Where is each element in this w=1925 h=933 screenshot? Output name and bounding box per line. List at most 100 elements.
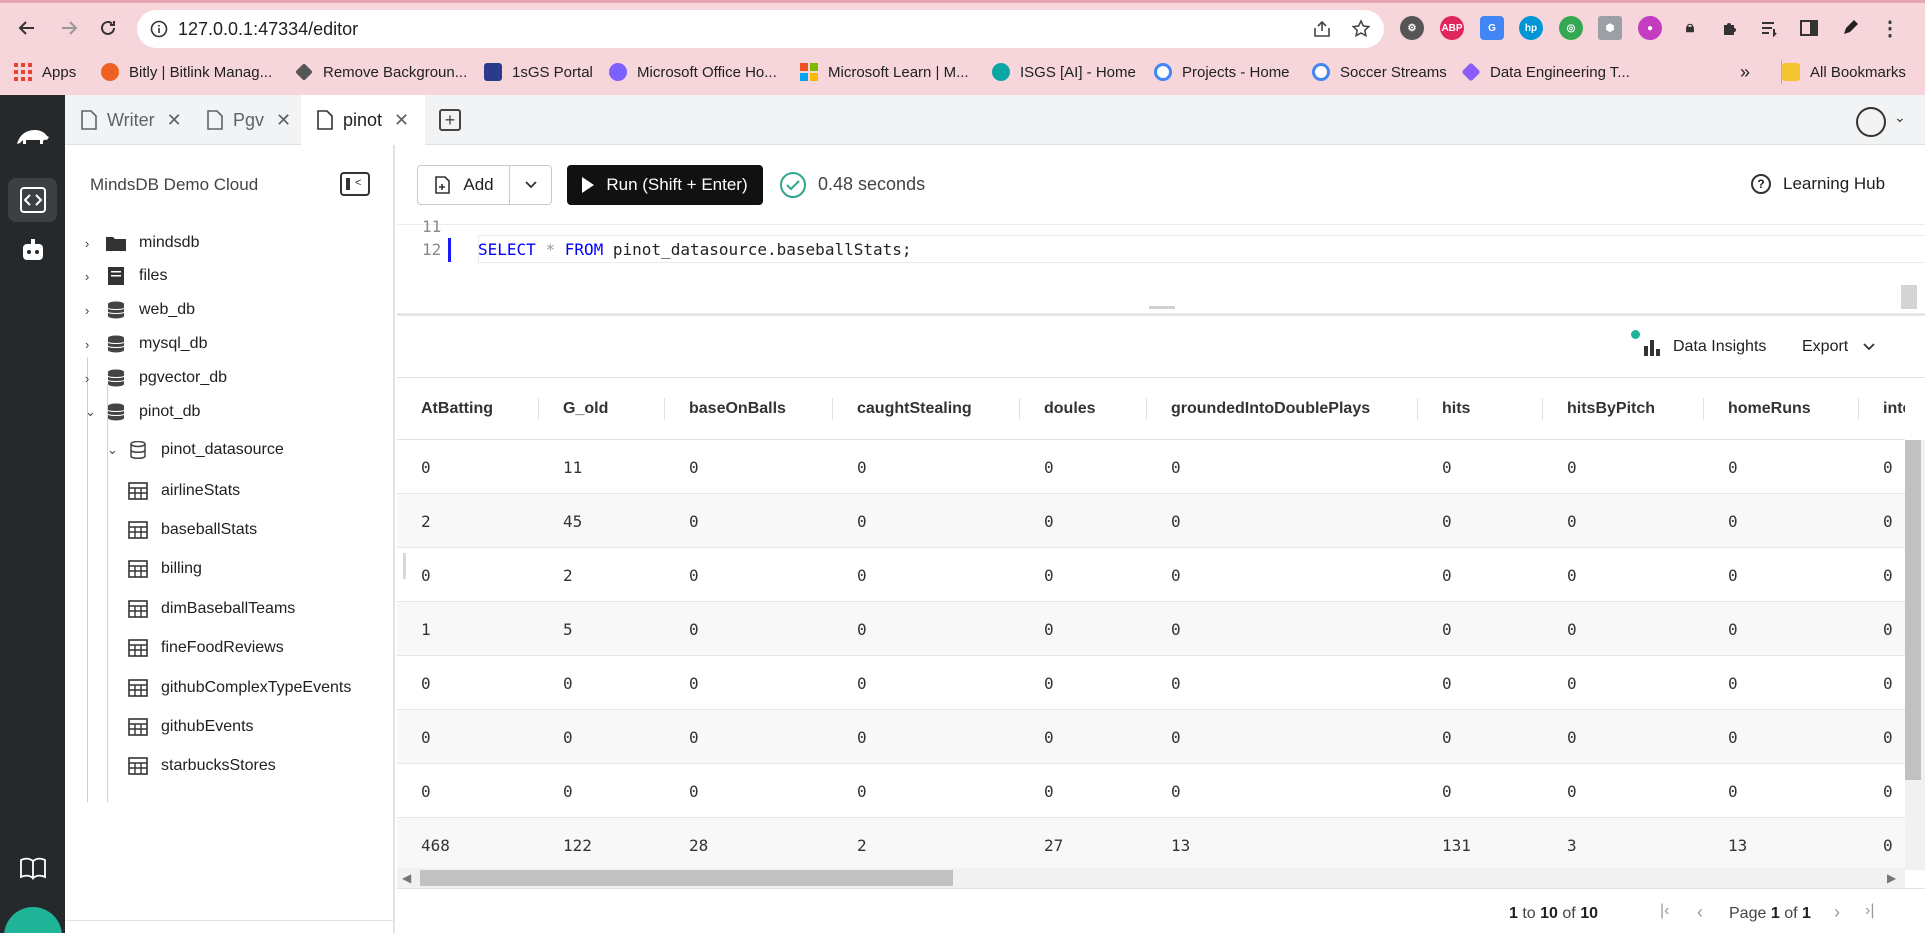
- bookmark-projects[interactable]: Projects - Home: [1154, 60, 1290, 84]
- table-cell[interactable]: 0: [1020, 710, 1054, 764]
- user-avatar-icon[interactable]: [1856, 107, 1886, 137]
- table-cell[interactable]: 0: [665, 656, 699, 710]
- table-cell[interactable]: 0: [1147, 764, 1181, 818]
- table-cell[interactable]: 0: [1704, 602, 1738, 656]
- table-cell[interactable]: 0: [1859, 440, 1893, 494]
- table-cell[interactable]: 0: [665, 548, 699, 602]
- table-cell[interactable]: 0: [1859, 710, 1893, 764]
- table-row[interactable]: 1 5 0 0 0 0 0 0 0 0: [397, 602, 1905, 656]
- tree-table-item[interactable]: githubComplexTypeEvents: [127, 674, 351, 702]
- chevron-down-icon[interactable]: ⌄: [1894, 109, 1906, 126]
- mindsdb-logo-icon[interactable]: [8, 114, 57, 158]
- table-cell[interactable]: 28: [665, 818, 708, 870]
- table-cell[interactable]: 0: [1147, 548, 1181, 602]
- bookmark-isgs[interactable]: ISGS [AI] - Home: [992, 60, 1136, 84]
- tree-item-mindsdb[interactable]: › mindsdb: [85, 229, 199, 257]
- table-cell[interactable]: 0: [1543, 548, 1577, 602]
- tree-table-item[interactable]: airlineStats: [127, 477, 240, 505]
- table-cell[interactable]: 0: [1543, 764, 1577, 818]
- scroll-left-icon[interactable]: ◀: [402, 871, 411, 885]
- tree-table-item[interactable]: dimBaseballTeams: [127, 595, 295, 623]
- sql-code-line[interactable]: SELECT * FROM pinot_datasource.baseballS…: [478, 240, 912, 259]
- add-dropdown-button[interactable]: [510, 166, 551, 204]
- tree-item-pinot-db[interactable]: ⌄ pinot_db: [85, 398, 200, 426]
- column-header[interactable]: caughtStealing: [833, 378, 1020, 440]
- table-row[interactable]: 468 122 28 2 27 13 131 3 13 0: [397, 818, 1905, 870]
- next-page-icon[interactable]: ›: [1834, 902, 1840, 923]
- table-cell[interactable]: 11: [539, 440, 582, 494]
- share-icon[interactable]: [1311, 18, 1333, 40]
- table-cell[interactable]: 0: [1543, 656, 1577, 710]
- tab-pinot[interactable]: pinot ✕: [301, 95, 425, 145]
- run-query-button[interactable]: Run (Shift + Enter): [567, 165, 763, 205]
- tree-item-pinot-datasource[interactable]: ⌄ pinot_datasource: [107, 436, 284, 464]
- table-cell[interactable]: 0: [1418, 440, 1452, 494]
- table-cell[interactable]: 0: [1704, 710, 1738, 764]
- table-cell[interactable]: 0: [1418, 494, 1452, 548]
- all-bookmarks-folder[interactable]: All Bookmarks: [1782, 60, 1906, 84]
- google-translate-extension-icon[interactable]: G: [1480, 16, 1504, 40]
- table-cell[interactable]: 0: [833, 548, 867, 602]
- grid-horizontal-scroll-thumb[interactable]: [420, 870, 953, 886]
- table-cell[interactable]: 0: [1543, 494, 1577, 548]
- table-cell[interactable]: 0: [1418, 548, 1452, 602]
- sql-editor[interactable]: 11 12 SELECT * FROM pinot_datasource.bas…: [397, 217, 1925, 313]
- bookmark-star-icon[interactable]: [1350, 18, 1372, 40]
- close-tab-icon[interactable]: ✕: [167, 110, 182, 131]
- tree-item-mysql-db[interactable]: › mysql_db: [85, 330, 207, 358]
- table-cell[interactable]: 0: [665, 440, 699, 494]
- table-cell[interactable]: 0: [1147, 494, 1181, 548]
- table-cell[interactable]: 122: [539, 818, 592, 870]
- more-bookmarks-button[interactable]: »: [1740, 60, 1750, 84]
- table-cell[interactable]: 0: [1704, 764, 1738, 818]
- table-cell[interactable]: 0: [1543, 440, 1577, 494]
- bookmark-1sgs[interactable]: 1sGS Portal: [484, 60, 593, 84]
- table-cell[interactable]: 0: [1543, 710, 1577, 764]
- learning-hub-button[interactable]: ? Learning Hub: [1751, 174, 1885, 194]
- tree-item-web-db[interactable]: › web_db: [85, 296, 195, 324]
- tree-table-item[interactable]: starbucksStores: [127, 752, 276, 780]
- table-cell[interactable]: 0: [1859, 494, 1893, 548]
- table-cell[interactable]: 0: [665, 494, 699, 548]
- agents-rail-button[interactable]: [8, 228, 57, 272]
- table-row[interactable]: 0 11 0 0 0 0 0 0 0 0: [397, 440, 1905, 494]
- export-button[interactable]: Export: [1802, 338, 1876, 356]
- table-cell[interactable]: 0: [665, 764, 699, 818]
- table-cell[interactable]: 0: [1859, 656, 1893, 710]
- bookmark-ms-office[interactable]: Microsoft Office Ho...: [609, 60, 777, 84]
- table-cell[interactable]: 0: [539, 656, 573, 710]
- tree-table-item[interactable]: baseballStats: [127, 516, 257, 544]
- reading-list-icon[interactable]: [1757, 16, 1781, 40]
- data-insights-button[interactable]: Data Insights: [1631, 330, 1766, 356]
- tree-item-files[interactable]: › files: [85, 262, 167, 290]
- table-cell[interactable]: 0: [1147, 710, 1181, 764]
- table-cell[interactable]: 0: [833, 710, 867, 764]
- table-cell[interactable]: 0: [1859, 602, 1893, 656]
- side-panel-icon[interactable]: [1797, 16, 1821, 40]
- extensions-puzzle-icon[interactable]: [1718, 16, 1742, 40]
- column-header[interactable]: hitsByPitch: [1543, 378, 1704, 440]
- bookmark-soccer[interactable]: Soccer Streams: [1312, 60, 1447, 84]
- table-row[interactable]: 0 0 0 0 0 0 0 0 0 0: [397, 656, 1905, 710]
- bookmark-bitly[interactable]: Bitly | Bitlink Manag...: [101, 60, 272, 84]
- grid-vertical-scroll-thumb[interactable]: [1905, 440, 1921, 780]
- table-cell[interactable]: 0: [1147, 602, 1181, 656]
- table-cell[interactable]: 1: [397, 602, 431, 656]
- table-cell[interactable]: 0: [539, 710, 573, 764]
- table-cell[interactable]: 0: [833, 764, 867, 818]
- shield-extension-icon[interactable]: ⬢: [1598, 16, 1622, 40]
- hp-extension-icon[interactable]: hp: [1519, 16, 1543, 40]
- new-tab-button[interactable]: +: [439, 109, 461, 131]
- extension-gears-icon[interactable]: ⚙: [1400, 16, 1424, 40]
- table-cell[interactable]: 0: [1020, 548, 1054, 602]
- docs-rail-button[interactable]: [8, 846, 57, 890]
- table-cell[interactable]: 0: [397, 764, 431, 818]
- table-cell[interactable]: 468: [397, 818, 450, 870]
- table-row[interactable]: 0200000000: [397, 548, 1905, 602]
- table-cell[interactable]: 0: [1020, 656, 1054, 710]
- table-cell[interactable]: 0: [833, 494, 867, 548]
- bookmark-remove-bg[interactable]: Remove Backgroun...: [295, 60, 467, 84]
- table-cell[interactable]: 0: [1020, 440, 1054, 494]
- table-cell[interactable]: 0: [833, 656, 867, 710]
- table-row[interactable]: 2 45 0 0 0 0 0 0 0 0: [397, 494, 1905, 548]
